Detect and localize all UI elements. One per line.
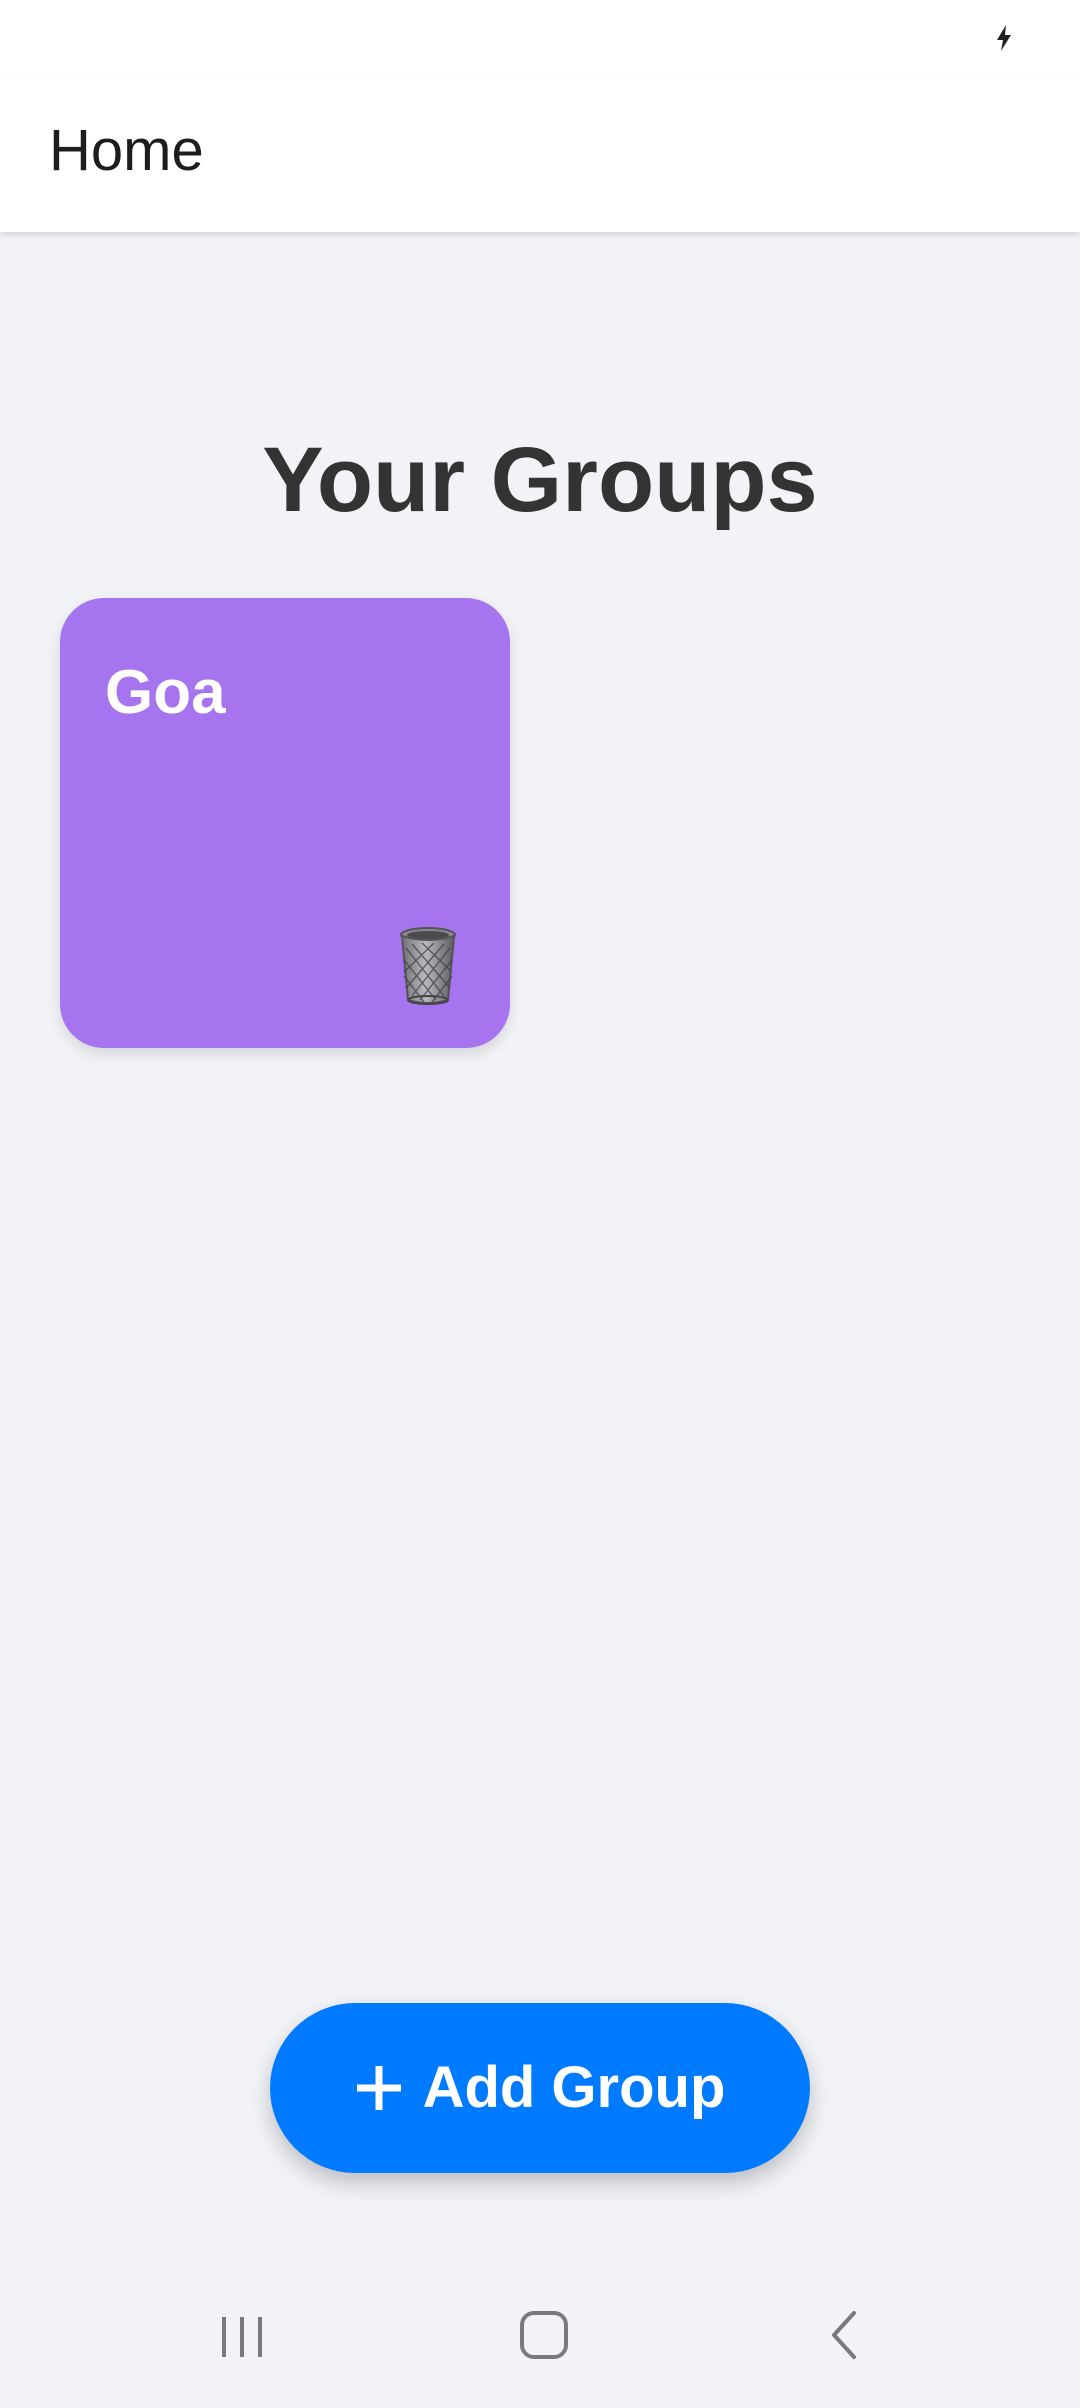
app-header: Home — [0, 76, 1080, 232]
recents-icon — [222, 2317, 262, 2357]
home-button[interactable] — [494, 2300, 594, 2370]
section-title: Your Groups — [262, 429, 818, 531]
page-title: Home — [49, 118, 204, 183]
back-button[interactable] — [796, 2300, 896, 2370]
home-icon — [520, 2311, 568, 2359]
trash-can-icon[interactable] — [398, 926, 458, 1006]
recents-button[interactable] — [192, 2300, 292, 2370]
charging-bolt-icon — [997, 25, 1011, 51]
plus-icon — [356, 2066, 401, 2110]
add-group-button[interactable]: Add Group — [270, 2003, 810, 2173]
status-bar — [0, 0, 1080, 76]
group-name: Goa — [105, 658, 226, 727]
system-nav-bar — [0, 2260, 1080, 2408]
group-card-goa[interactable]: Goa — [60, 598, 510, 1048]
add-group-label: Add Group — [422, 2055, 726, 2120]
back-icon — [832, 2311, 856, 2359]
